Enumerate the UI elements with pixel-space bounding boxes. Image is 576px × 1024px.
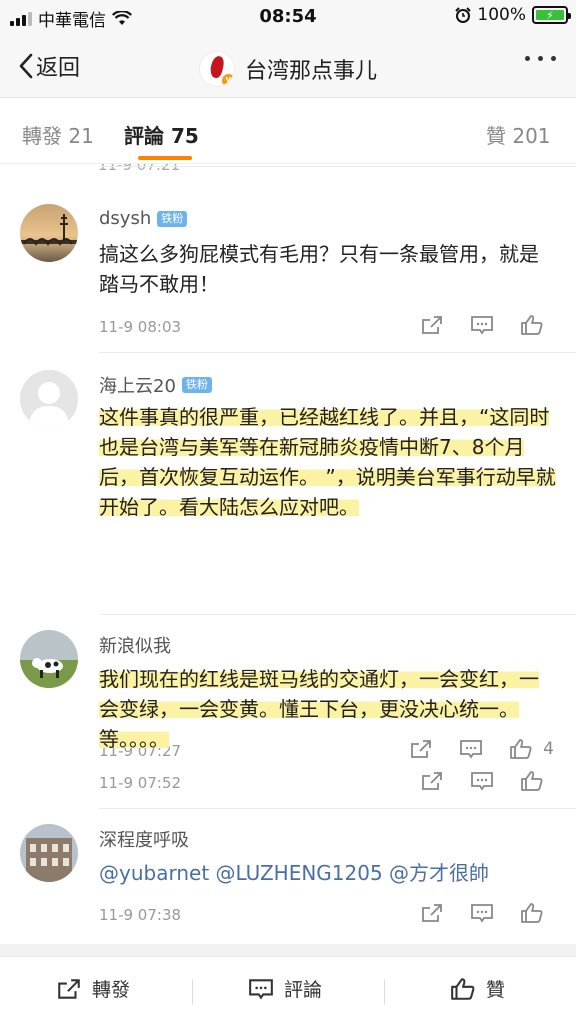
nav-bar: 返回 v 台湾那点事儿: [0, 34, 576, 98]
battery-icon: ⚡: [532, 6, 571, 24]
repost-button[interactable]: 轉發: [56, 975, 130, 1002]
like-button[interactable]: 贊: [450, 975, 505, 1002]
partial-comment-row: 11-9 07:21: [98, 164, 181, 174]
alarm-icon: [455, 7, 472, 23]
share-icon[interactable]: [420, 314, 444, 336]
comment-icon[interactable]: [470, 770, 494, 792]
username[interactable]: 海上云20: [99, 372, 176, 398]
avatar[interactable]: [20, 630, 78, 688]
divider: [99, 352, 576, 353]
repost-label: 轉發: [92, 979, 131, 1001]
divider: [99, 808, 576, 809]
tab-likes[interactable]: 贊 201: [486, 120, 551, 149]
share-icon: [58, 978, 80, 999]
divider: [192, 979, 193, 1005]
comment-list[interactable]: 11-9 07:21 dsysh 铁粉 搞这么多狗屁模式有毛用？只有一条最管用，就…: [0, 164, 576, 944]
fan-badge: 铁粉: [181, 377, 212, 393]
username[interactable]: 新浪似我: [99, 632, 171, 658]
tab-comments[interactable]: 評論 75: [124, 120, 199, 149]
bottom-toolbar: 轉發 評論 贊: [0, 956, 576, 1024]
like-icon: [451, 977, 475, 1000]
comment-time: 11-9 08:03: [99, 318, 182, 336]
username[interactable]: 深程度呼吸: [99, 826, 189, 852]
verified-icon: v: [221, 74, 234, 86]
avatar[interactable]: [20, 204, 78, 262]
battery-percent: 100%: [477, 5, 526, 25]
like-icon[interactable]: [520, 770, 544, 792]
comment-label: 評論: [284, 979, 323, 1001]
tab-repost[interactable]: 轉發 21: [22, 120, 94, 149]
divider: [0, 944, 576, 956]
more-options-icon[interactable]: [525, 56, 556, 61]
avatar[interactable]: [20, 370, 78, 428]
comment-text: 搞这么多狗屁模式有毛用？只有一条最管用，就是踏马不敢用！: [99, 242, 539, 296]
account-avatar: v: [198, 51, 235, 87]
avatar[interactable]: [20, 824, 78, 882]
comment-icon[interactable]: [470, 314, 494, 336]
like-icon[interactable]: [520, 314, 544, 336]
divider: [99, 614, 576, 615]
comment-text[interactable]: @yubarnet @LUZHENG1205 @方才很帥: [99, 858, 557, 888]
tab-indicator: [138, 156, 192, 160]
comment-time: 11-9 07:38: [99, 906, 182, 924]
like-label: 贊: [486, 979, 506, 1001]
like-icon[interactable]: [520, 902, 544, 924]
share-icon[interactable]: [420, 902, 444, 924]
comment-icon: [249, 978, 273, 1000]
divider: [99, 166, 576, 167]
account-name: 台湾那点事儿: [244, 59, 377, 84]
comment-time: 11-9 07:52: [99, 774, 182, 792]
status-bar: 中華電信 08:54 100% ⚡: [0, 0, 576, 34]
comment-icon[interactable]: [470, 902, 494, 924]
tab-bar: 轉發 21 評論 75 贊 201: [0, 98, 576, 164]
comment-text: 我们现在的红线是斑马线的交通灯，一会变红，一会变绿，一会变黄。懂王下台，更没决心…: [99, 667, 539, 751]
username[interactable]: dsysh: [99, 208, 151, 229]
comment-text: 这件事真的很严重，已经越红线了。并且，“这同时也是台湾与美军等在新冠肺炎疫情中断…: [99, 405, 556, 519]
share-icon[interactable]: [420, 770, 444, 792]
nav-title[interactable]: v 台湾那点事儿: [0, 51, 576, 87]
divider: [384, 979, 385, 1005]
fan-badge: 铁粉: [157, 210, 188, 227]
comment-button[interactable]: 評論: [248, 975, 322, 1002]
